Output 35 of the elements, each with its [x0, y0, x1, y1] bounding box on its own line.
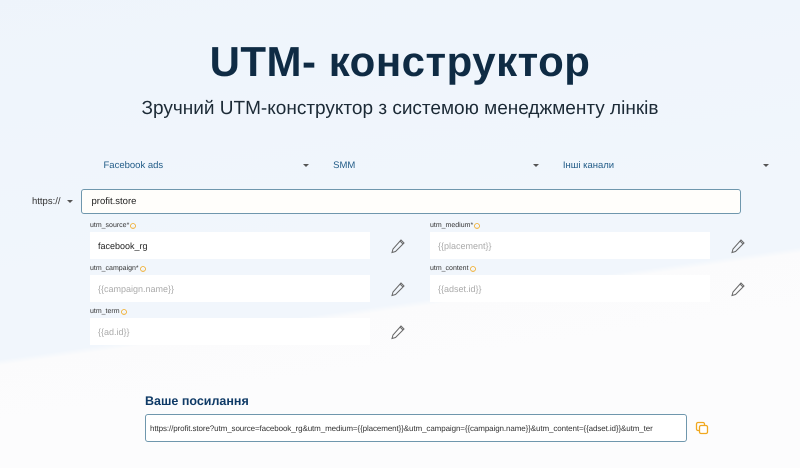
caret-icon [303, 164, 310, 167]
url-field[interactable]: profit.store [80, 189, 741, 214]
pencil-icon [730, 280, 746, 296]
result-link-field[interactable]: https://profit.store?utm_source=facebook_rg&utm_medium={{placement}}&utm_campaign={{campaign.name}}&utm_content={{adset.id}}&utm_ter [145, 414, 687, 442]
channel-select[interactable]: Інші канали [556, 156, 774, 175]
pencil-icon [390, 324, 406, 340]
copy-icon [695, 421, 709, 435]
caret-icon [762, 164, 768, 167]
page-title: UTM- конструктор [210, 38, 590, 86]
channel-select[interactable]: SMM [327, 156, 545, 175]
channel-select[interactable]: Facebook ads [98, 156, 316, 175]
param-field[interactable]: facebook_rg [90, 232, 370, 259]
help-icon[interactable] [470, 266, 476, 272]
result-label: Ваше посилання [145, 394, 250, 408]
param-field[interactable]: {{placement}} [430, 232, 710, 259]
edit-button[interactable] [390, 238, 406, 254]
edit-button[interactable] [730, 280, 746, 296]
caret-icon [532, 164, 539, 167]
param-field[interactable]: {{adset.id}} [430, 275, 710, 302]
help-icon[interactable] [130, 222, 136, 228]
help-icon[interactable] [140, 266, 146, 272]
help-icon[interactable] [120, 308, 127, 314]
page-subtitle: Зручний UTM-конструктор з системою менеджменту лінків [142, 98, 658, 120]
protocol-select[interactable]: https:// [32, 196, 73, 207]
pencil-icon [390, 280, 406, 296]
copy-button[interactable] [695, 421, 709, 435]
edit-button[interactable] [390, 280, 406, 296]
help-icon[interactable] [474, 222, 480, 228]
edit-button[interactable] [390, 324, 406, 340]
caret-icon [66, 200, 73, 203]
pencil-icon [390, 238, 406, 254]
param-field[interactable]: {{ad.id}} [90, 318, 370, 345]
param-field[interactable]: {{campaign.name}} [90, 275, 370, 302]
edit-button[interactable] [730, 238, 746, 254]
pencil-icon [730, 238, 746, 254]
